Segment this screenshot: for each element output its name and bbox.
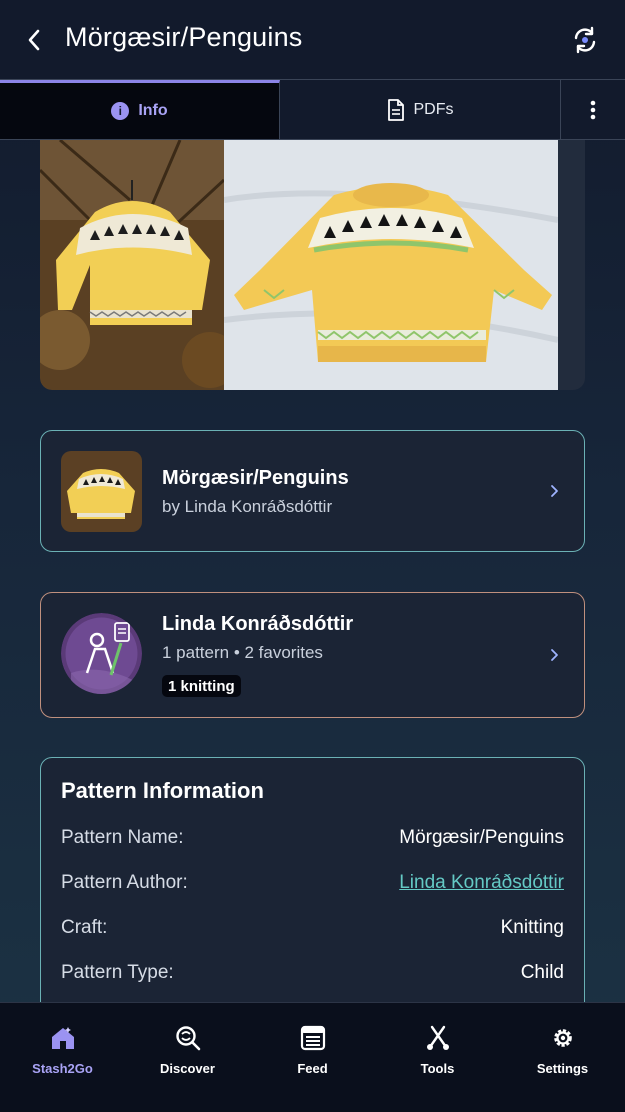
- feed-icon: [298, 1023, 328, 1053]
- tab-bar: i Info PDFs: [0, 79, 625, 140]
- sweater-photo-outdoor[interactable]: [40, 140, 224, 390]
- pattern-information-heading: Pattern Information: [61, 778, 264, 803]
- nav-tools[interactable]: Tools: [375, 1003, 500, 1112]
- chevron-left-icon: [28, 29, 40, 51]
- nav-label: Stash2Go: [32, 1061, 93, 1076]
- info-row-pattern-author: Pattern Author: Linda Konráðsdóttir: [61, 870, 564, 896]
- chevron-right-icon: [551, 649, 558, 661]
- pattern-card[interactable]: Mörgæsir/Penguins by Linda Konráðsdóttir: [40, 430, 585, 552]
- sweater-photo-flatlay[interactable]: [224, 140, 558, 390]
- nav-feed[interactable]: Feed: [250, 1003, 375, 1112]
- nav-label: Feed: [297, 1061, 328, 1076]
- pattern-image-gallery[interactable]: [40, 140, 585, 390]
- nav-stash2go[interactable]: Stash2Go: [0, 1003, 125, 1112]
- pattern-card-title: Mörgæsir/Penguins: [162, 467, 349, 489]
- chevron-right-icon: [551, 485, 558, 497]
- sync-icon: [574, 26, 596, 54]
- more-vertical-icon: [590, 100, 596, 119]
- info-value: Mörgæsir/Penguins: [399, 827, 564, 848]
- info-label: Pattern Name:: [61, 827, 184, 848]
- more-options-button[interactable]: [561, 80, 625, 139]
- knitting-count-badge: 1 knitting: [162, 675, 241, 697]
- discover-icon: [173, 1023, 203, 1053]
- tab-info[interactable]: i Info: [0, 80, 280, 139]
- nav-settings[interactable]: Settings: [500, 1003, 625, 1112]
- nav-label: Settings: [536, 1061, 589, 1076]
- info-value: Knitting: [500, 917, 564, 938]
- home-icon: [48, 1023, 78, 1053]
- tab-pdfs[interactable]: PDFs: [280, 80, 561, 139]
- info-value: Child: [520, 962, 564, 983]
- info-icon: i: [111, 102, 130, 120]
- tab-info-label: Info: [138, 102, 168, 119]
- info-label: Pattern Type:: [61, 962, 174, 983]
- info-row-craft: Craft: Knitting: [61, 915, 564, 941]
- back-button[interactable]: [22, 26, 46, 54]
- nav-label: Tools: [420, 1061, 455, 1076]
- sync-button[interactable]: [569, 24, 601, 56]
- info-label: Pattern Author:: [61, 872, 188, 893]
- pattern-card-author: by Linda Konráðsdóttir: [162, 497, 333, 516]
- info-row-pattern-name: Pattern Name: Mörgæsir/Penguins: [61, 825, 564, 851]
- gear-icon: [548, 1023, 578, 1053]
- nav-discover[interactable]: Discover: [125, 1003, 250, 1112]
- page-title: Mörgæsir/Penguins: [65, 22, 303, 52]
- nav-label: Discover: [160, 1061, 215, 1076]
- designer-card[interactable]: Linda Konráðsdóttir 1 pattern • 2 favori…: [40, 592, 585, 718]
- document-icon: [387, 98, 404, 121]
- app-header: Mörgæsir/Penguins: [0, 0, 625, 80]
- info-label: Craft:: [61, 917, 108, 938]
- info-row-pattern-type: Pattern Type: Child: [61, 960, 564, 986]
- designer-avatar: [61, 613, 142, 694]
- designer-name: Linda Konráðsdóttir: [162, 613, 354, 635]
- tab-pdfs-label: PDFs: [413, 100, 454, 118]
- pattern-thumbnail: [61, 451, 142, 532]
- bottom-navigation: Stash2Go Discover Feed Tools Settings: [0, 1002, 625, 1112]
- tools-icon: [423, 1023, 453, 1053]
- designer-stats: 1 pattern • 2 favorites: [162, 643, 323, 662]
- pattern-author-link[interactable]: Linda Konráðsdóttir: [399, 872, 564, 894]
